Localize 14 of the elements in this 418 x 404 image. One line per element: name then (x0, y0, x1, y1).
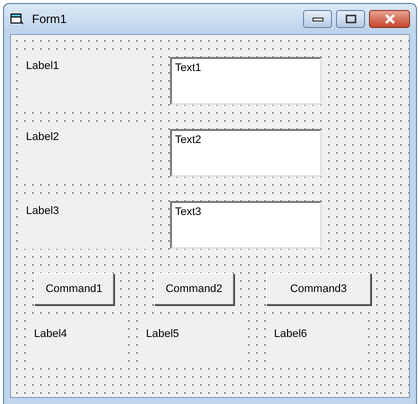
text-field[interactable]: Text3 (170, 201, 322, 249)
command-button[interactable]: Command1 (34, 273, 114, 305)
text-field[interactable]: Text1 (170, 57, 322, 105)
close-icon (382, 14, 396, 24)
command-button[interactable]: Command3 (266, 273, 371, 305)
maximize-button[interactable] (336, 10, 365, 28)
command-button[interactable]: Command2 (154, 273, 234, 305)
close-button[interactable] (369, 10, 410, 28)
minimize-button[interactable] (303, 10, 332, 28)
text-field[interactable]: Text2 (170, 129, 322, 177)
window-title: Form1 (32, 10, 67, 28)
maximize-icon (344, 14, 356, 24)
minimize-icon (312, 16, 324, 22)
form-icon (10, 12, 24, 24)
